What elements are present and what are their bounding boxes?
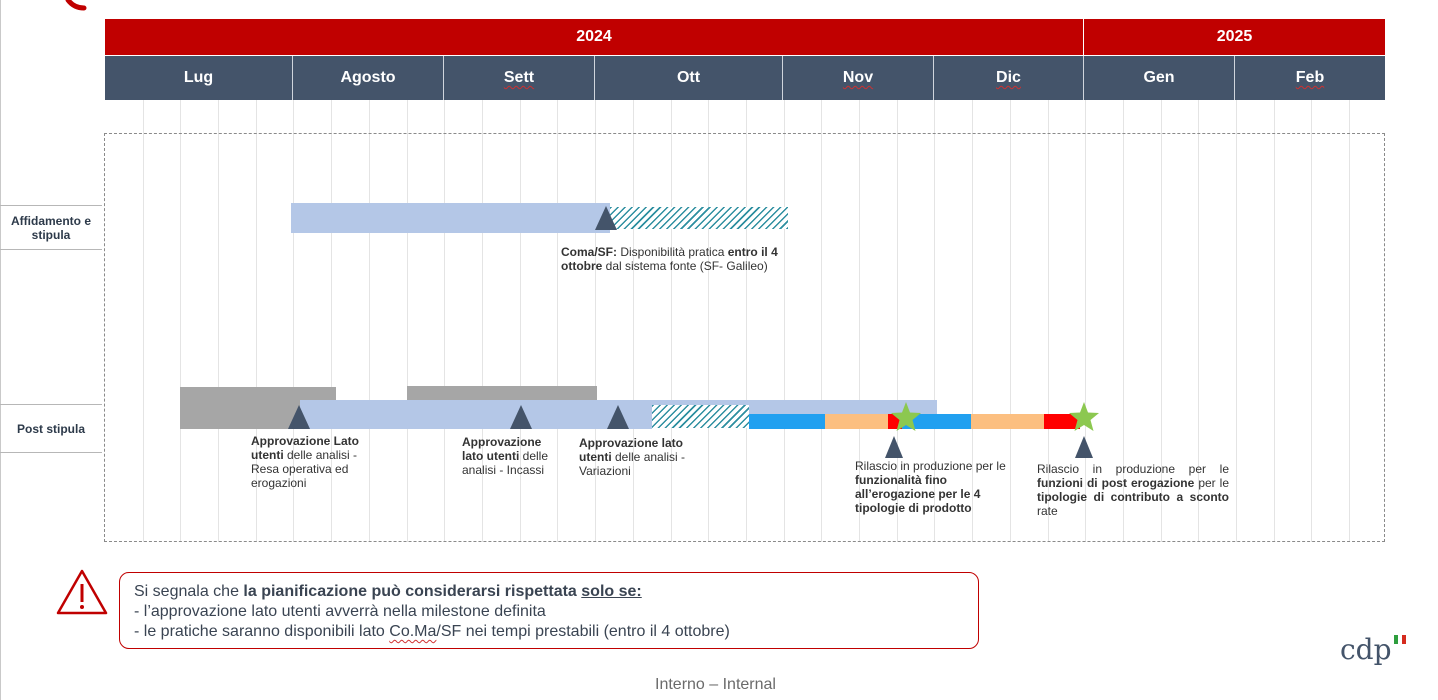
bar-post-blue-1 [749, 414, 825, 429]
month-ott: Ott [595, 56, 783, 100]
milestone-appr1-icon [288, 405, 310, 429]
row-label-affidamento: Affidamento e stipula [0, 205, 102, 250]
note-rilascio2: Rilascio in produzione per le funzioni d… [1037, 462, 1230, 518]
star-release-1-icon [891, 402, 921, 431]
milestone-coma-icon [595, 206, 617, 230]
month-dic: Dic [934, 56, 1084, 100]
bar-post-orange-1 [825, 414, 888, 429]
note-rilascio1: Rilascio in produzione per le funzionali… [855, 459, 1006, 515]
month-sett: Sett [444, 56, 595, 100]
corner-mark [65, 0, 87, 11]
year-2025: 2025 [1084, 19, 1385, 55]
flag-icon [1394, 635, 1406, 644]
row-label-post-stipula: Post stipula [0, 404, 102, 453]
milestone-appr3-icon [607, 405, 629, 429]
warning-line-2: - l’approvazione lato utenti avverrà nel… [134, 603, 546, 620]
warning-line-3: - le pratiche saranno disponibili lato C… [134, 623, 730, 640]
milestone-rilascio1-icon [885, 436, 903, 458]
year-2024: 2024 [105, 19, 1083, 55]
left-edge [0, 0, 1, 700]
warning-box: Si segnala che la pianificazione può con… [119, 572, 979, 649]
month-nov: Nov [783, 56, 934, 100]
milestone-rilascio2-icon [1075, 436, 1093, 458]
milestone-appr2-icon [510, 405, 532, 429]
star-release-2-icon [1069, 402, 1099, 431]
warning-line-1: Si segnala che la pianificazione può con… [134, 583, 642, 600]
bar-affidamento-plan [291, 203, 610, 233]
month-lug: Lug [105, 56, 293, 100]
month-agosto: Agosto [293, 56, 444, 100]
cdp-logo: cdp [1340, 633, 1406, 666]
month-gen: Gen [1084, 56, 1235, 100]
warning-icon [56, 569, 108, 615]
bar-post-orange-2 [971, 414, 1044, 429]
bar-affidamento-hatched [610, 207, 788, 229]
note-coma: Coma/SF: Disponibilità pratica entro il … [561, 245, 778, 273]
bar-post-hatched [652, 405, 749, 428]
note-appr2: Approvazione lato utenti delle analisi -… [462, 435, 549, 477]
footer-classification: Interno – Internal [655, 676, 776, 693]
note-appr3: Approvazione lato utenti delle analisi -… [579, 436, 686, 478]
month-feb: Feb [1235, 56, 1385, 100]
note-appr1: Approvazione Lato utenti delle analisi -… [251, 434, 360, 490]
bar-post-plan [300, 400, 652, 429]
